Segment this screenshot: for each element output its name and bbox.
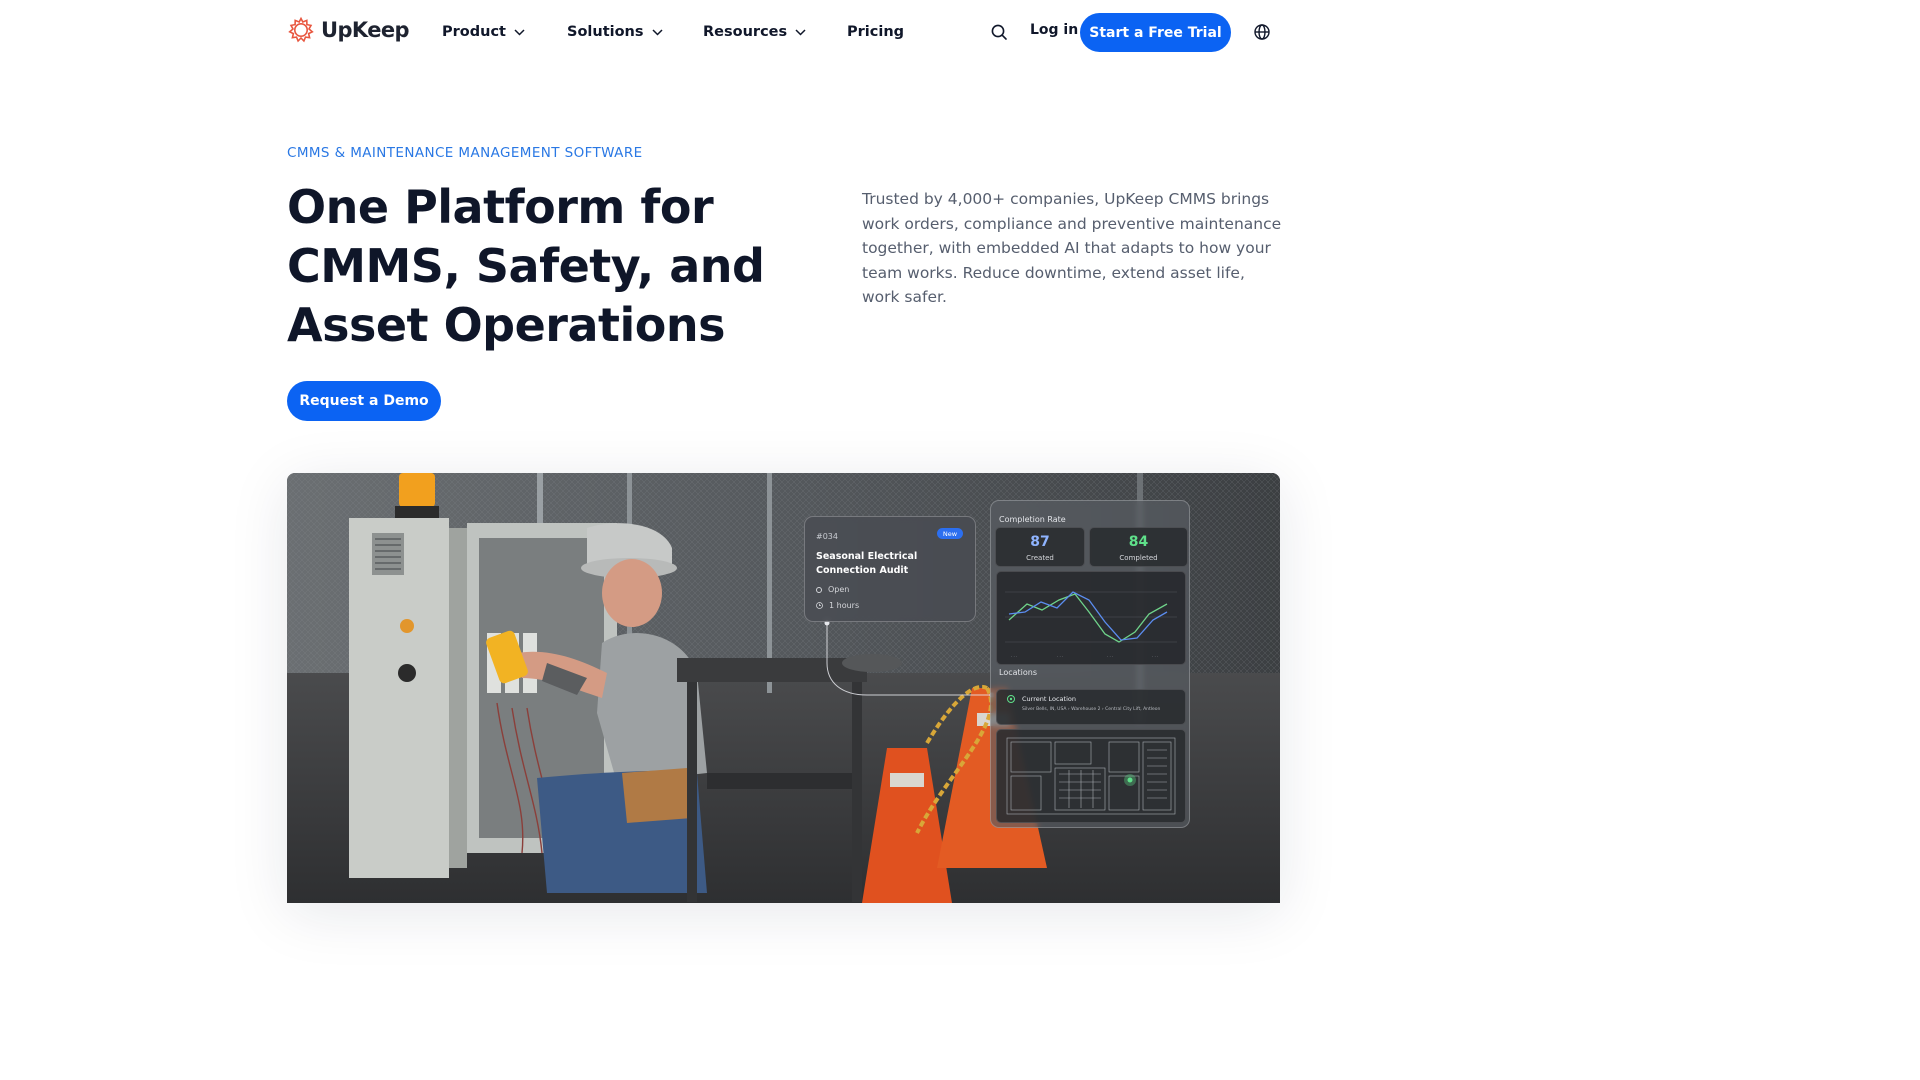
work-order-duration: 1 hours [816, 601, 859, 610]
chevron-down-icon [514, 28, 525, 36]
chevron-down-icon [651, 28, 663, 36]
completion-rate-title: Completion Rate [999, 515, 1066, 524]
work-order-card[interactable]: #034 New Seasonal Electrical Connection … [804, 516, 976, 622]
location-pin-icon [1007, 695, 1015, 703]
status-text: Open [828, 585, 850, 594]
globe-icon [1254, 24, 1270, 40]
current-location-label: Current Location [1022, 695, 1076, 703]
completed-value: 84 [1128, 534, 1149, 550]
nav-item-solutions[interactable]: Solutions [567, 20, 663, 44]
search-button[interactable] [989, 22, 1009, 42]
language-selector[interactable] [1253, 23, 1271, 41]
svg-text:· · ·: · · · [1152, 654, 1158, 659]
gear-logo-icon [288, 16, 314, 43]
headline-line: Asset Operations [287, 298, 726, 352]
headline-line: CMMS, Safety, and [287, 239, 765, 293]
headline-line: One Platform for [287, 180, 714, 234]
hero-eyebrow: CMMS & MAINTENANCE MANAGEMENT SOFTWARE [287, 145, 643, 161]
created-stat: 87 Created [995, 527, 1085, 567]
logo-wordmark: UpKeep [321, 18, 410, 42]
start-free-trial-button[interactable]: Start a Free Trial [1080, 13, 1231, 52]
clock-icon [816, 602, 823, 609]
completion-rate-panel: Completion Rate 87 Created 84 Completed … [990, 500, 1190, 828]
created-value: 87 [1030, 534, 1050, 550]
work-order-status: Open [816, 585, 849, 594]
new-badge: New [937, 528, 963, 539]
location-breadcrumb: Silver Bells, IN, USA › Warehouse 2 › Ce… [1022, 707, 1161, 712]
nav-label: Resources [703, 24, 788, 40]
completion-trend-chart: · · · · · · · · · · · · [996, 571, 1186, 665]
work-order-title: Seasonal Electrical Connection Audit [816, 551, 918, 576]
hero-description: Trusted by 4,000+ companies, UpKeep CMMS… [862, 190, 1282, 306]
created-label: Created [1026, 554, 1054, 562]
hero-headline: One Platform for CMMS, Safety, and Asset… [287, 178, 807, 355]
nav-label: Pricing [847, 24, 905, 40]
completed-label: Completed [1119, 554, 1158, 562]
trend-lines: · · · · · · · · · · · · [1005, 591, 1177, 659]
login-link[interactable]: Log in [1030, 22, 1078, 38]
nav-item-product[interactable]: Product [442, 20, 525, 44]
svg-text:· · ·: · · · [1011, 654, 1017, 659]
chevron-down-icon [795, 28, 806, 36]
nav-item-pricing[interactable]: Pricing [847, 20, 904, 44]
locations-title: Locations [999, 668, 1038, 677]
completed-stat: 84 Completed [1089, 527, 1188, 567]
svg-text:· · ·: · · · [1057, 654, 1063, 659]
nav-label: Product [442, 24, 506, 40]
nav-label: Solutions [567, 24, 644, 40]
floor-plan-map [996, 729, 1186, 823]
duration-text: 1 hours [829, 601, 860, 610]
floor-plan-illustration [1006, 737, 1176, 815]
hero-image-technician: #034 New Seasonal Electrical Connection … [287, 473, 1280, 903]
nav-item-resources[interactable]: Resources [703, 20, 806, 44]
request-demo-button[interactable]: Request a Demo [287, 381, 441, 421]
work-order-id: #034 [816, 532, 838, 541]
upkeep-logo[interactable]: UpKeep [287, 15, 410, 45]
current-location-card[interactable]: Current Location Silver Bells, IN, USA ›… [996, 689, 1186, 725]
search-icon [991, 24, 1007, 40]
top-navigation: UpKeep Product Solutions Resources Prici… [0, 0, 1568, 64]
status-circle-icon [816, 586, 822, 593]
svg-text:· · ·: · · · [1107, 654, 1113, 659]
